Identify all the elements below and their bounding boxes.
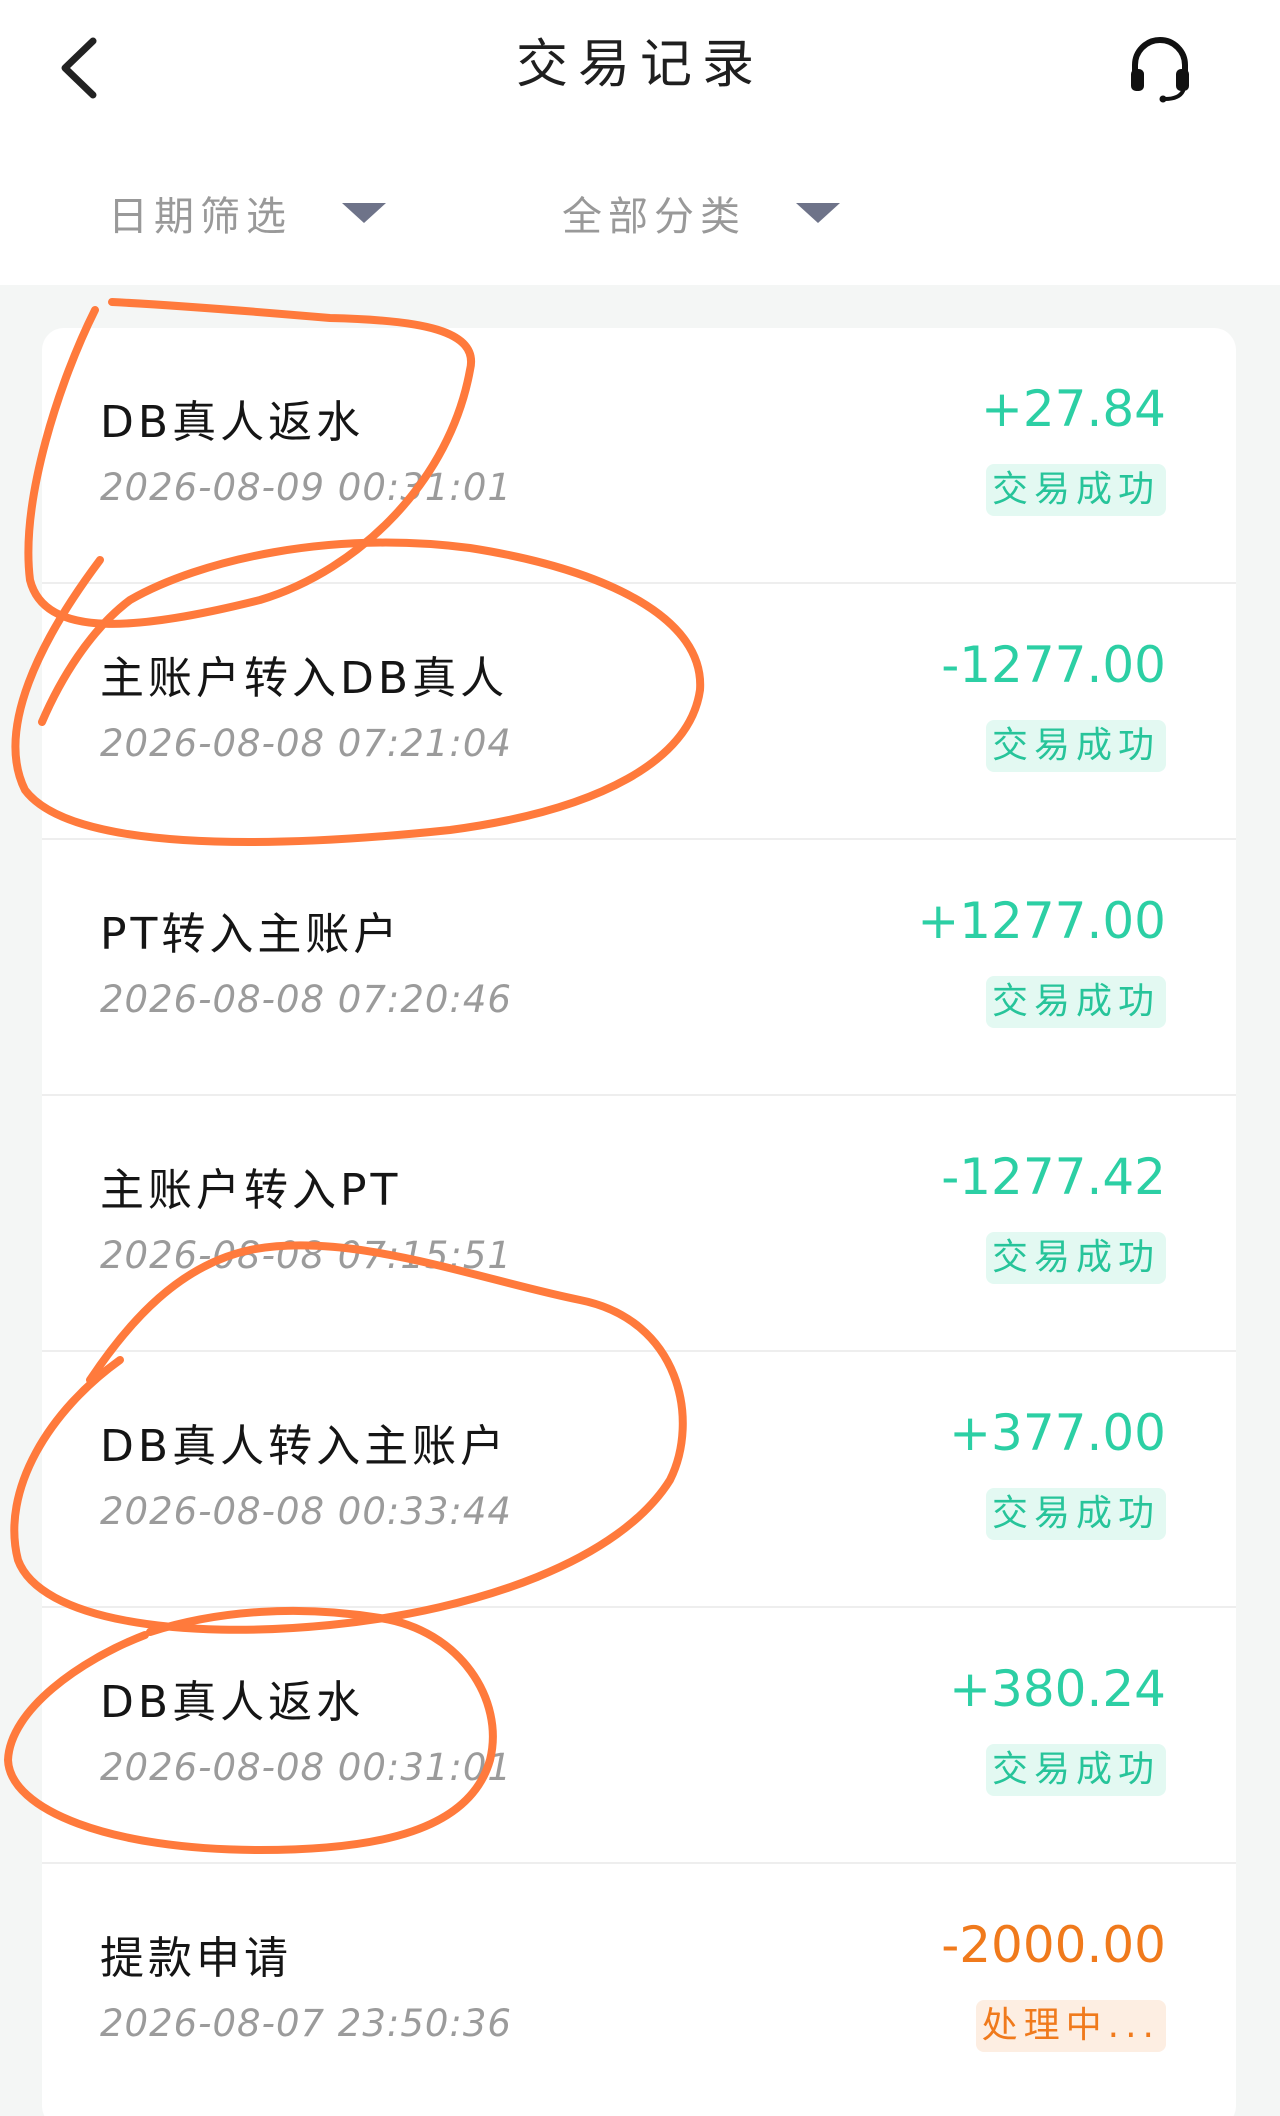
category-filter-label: 全部分类 <box>562 194 746 240</box>
status-badge: 交易成功 <box>985 464 1166 516</box>
transaction-amount: +380.24 <box>949 1660 1166 1718</box>
transaction-time: 2026-08-07 23:50:36 <box>100 2002 512 2045</box>
transaction-time: 2026-08-08 07:20:46 <box>100 978 512 1021</box>
transaction-amount: -1277.00 <box>941 636 1166 694</box>
transaction-amount: +1277.00 <box>917 892 1166 950</box>
transaction-name: 主账户转入DB真人 <box>100 653 509 704</box>
status-badge: 交易成功 <box>985 720 1166 772</box>
caret-down-icon <box>796 203 840 223</box>
transaction-time: 2026-08-09 00:31:01 <box>100 466 512 509</box>
transaction-row[interactable]: DB真人返水 2026-08-09 00:31:01 +27.84 交易成功 <box>42 328 1236 584</box>
status-badge: 交易成功 <box>985 1744 1166 1796</box>
transaction-row[interactable]: DB真人返水 2026-08-08 00:31:01 +380.24 交易成功 <box>42 1608 1236 1864</box>
customer-service-button[interactable] <box>1118 26 1202 110</box>
page-title: 交易记录 <box>515 35 764 95</box>
transaction-amount: +377.00 <box>949 1404 1166 1462</box>
headset-icon <box>1131 37 1189 103</box>
category-filter-dropdown[interactable]: 全部分类 <box>562 178 840 248</box>
transaction-amount: -1277.42 <box>941 1148 1166 1206</box>
transaction-time: 2026-08-08 07:21:04 <box>100 722 512 765</box>
transaction-row[interactable]: 提款申请 2026-08-07 23:50:36 -2000.00 处理中... <box>42 1864 1236 2116</box>
date-filter-label: 日期筛选 <box>108 194 292 240</box>
transaction-amount: -2000.00 <box>941 1916 1166 1974</box>
transaction-name: DB真人返水 <box>100 397 365 448</box>
transaction-row[interactable]: PT转入主账户 2026-08-08 07:20:46 +1277.00 交易成… <box>42 840 1236 1096</box>
transaction-amount: +27.84 <box>980 380 1166 438</box>
transaction-row[interactable]: 主账户转入DB真人 2026-08-08 07:21:04 -1277.00 交… <box>42 584 1236 840</box>
transaction-time: 2026-08-08 07:15:51 <box>100 1234 512 1277</box>
date-filter-dropdown[interactable]: 日期筛选 <box>108 178 386 248</box>
transaction-name: 提款申请 <box>100 1933 292 1984</box>
transaction-name: 主账户转入PT <box>100 1165 402 1216</box>
transaction-row[interactable]: DB真人转入主账户 2026-08-08 00:33:44 +377.00 交易… <box>42 1352 1236 1608</box>
transaction-time: 2026-08-08 00:31:01 <box>100 1746 512 1789</box>
status-badge: 交易成功 <box>985 976 1166 1028</box>
status-badge: 交易成功 <box>985 1488 1166 1540</box>
status-badge: 处理中... <box>975 2000 1166 2052</box>
transaction-name: PT转入主账户 <box>100 909 402 960</box>
transaction-list: DB真人返水 2026-08-09 00:31:01 +27.84 交易成功 主… <box>42 328 1236 2116</box>
caret-down-icon <box>342 203 386 223</box>
transaction-time: 2026-08-08 00:33:44 <box>100 1490 512 1533</box>
transaction-name: DB真人返水 <box>100 1677 365 1728</box>
status-badge: 交易成功 <box>985 1232 1166 1284</box>
transaction-row[interactable]: 主账户转入PT 2026-08-08 07:15:51 -1277.42 交易成… <box>42 1096 1236 1352</box>
top-bar: 交易记录 日期筛选 全部分类 <box>0 0 1280 285</box>
transaction-name: DB真人转入主账户 <box>100 1421 509 1472</box>
